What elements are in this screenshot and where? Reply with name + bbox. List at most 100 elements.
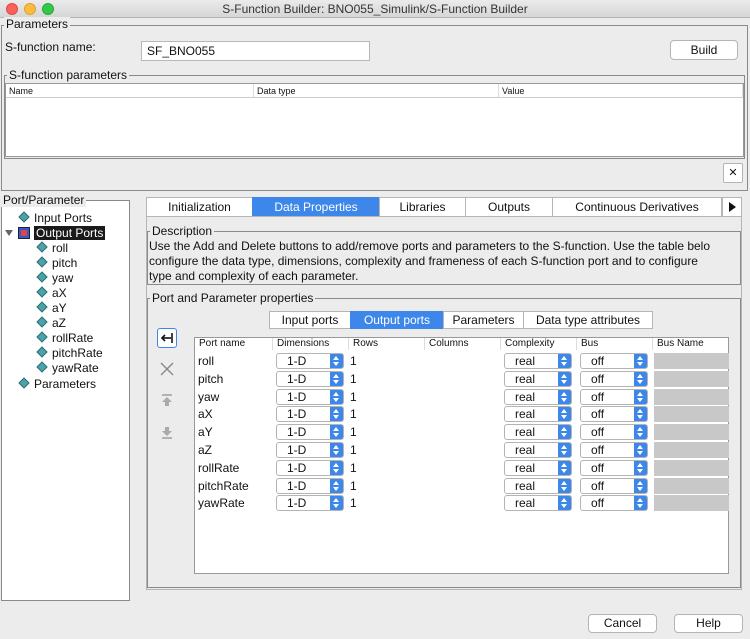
subtab-parameters[interactable]: Parameters [443,311,523,329]
tree-item-ay[interactable]: aY [36,301,67,315]
tree-item-output-ports[interactable]: Output Ports [5,226,106,240]
tab-continuous-derivatives[interactable]: Continuous Derivatives [552,197,722,217]
tree-item-rollrate[interactable]: rollRate [36,331,93,345]
table-row[interactable]: yaw 1-D 1 real off [195,389,729,406]
port-name-cell[interactable]: aY [195,424,273,441]
dimensions-select[interactable]: 1-D [276,442,344,458]
dimensions-select[interactable]: 1-D [276,389,344,405]
table-row[interactable]: yawRate 1-D 1 real off [195,495,729,512]
help-button[interactable]: Help [674,614,743,633]
table-row[interactable]: aZ 1-D 1 real off [195,442,729,459]
tab-libraries[interactable]: Libraries [379,197,465,217]
rows-cell[interactable]: 1 [347,478,417,495]
subtab-output-ports[interactable]: Output ports [350,311,443,329]
tree-item-pitchrate[interactable]: pitchRate [36,346,103,360]
bus-select[interactable]: off [580,371,648,387]
add-port-button[interactable] [157,328,177,348]
minimize-window-icon[interactable] [24,3,36,15]
port-name-cell[interactable]: yawRate [195,495,273,512]
complexity-select[interactable]: real [504,353,572,369]
tree-item-input-ports[interactable]: Input Ports [18,211,92,225]
col-bus-name[interactable]: Bus Name [653,338,729,350]
tab-initialization[interactable]: Initialization [146,197,252,217]
bus-select[interactable]: off [580,478,648,494]
build-button[interactable]: Build [670,40,738,60]
table-row[interactable]: roll 1-D 1 real off [195,353,729,370]
dimensions-select[interactable]: 1-D [276,495,344,511]
table-row[interactable]: rollRate 1-D 1 real off [195,460,729,477]
dimensions-select[interactable]: 1-D [276,353,344,369]
complexity-select[interactable]: real [504,389,572,405]
port-name-cell[interactable]: aX [195,406,273,423]
output-ports-table[interactable]: Port name Dimensions Rows Columns Comple… [194,337,729,574]
complexity-select[interactable]: real [504,442,572,458]
subtab-data-type-attributes[interactable]: Data type attributes [523,311,653,329]
dimensions-select[interactable]: 1-D [276,460,344,476]
bus-select[interactable]: off [580,353,648,369]
port-name-cell[interactable]: yaw [195,389,273,406]
tab-outputs[interactable]: Outputs [465,197,552,217]
bus-select[interactable]: off [580,495,648,511]
port-name-cell[interactable]: rollRate [195,460,273,477]
param-col-datatype[interactable]: Data type [254,84,499,98]
move-up-button[interactable] [157,391,177,411]
move-down-button[interactable] [157,422,177,442]
close-window-icon[interactable] [6,3,18,15]
complexity-select[interactable]: real [504,406,572,422]
tree-item-yaw[interactable]: yaw [36,271,73,285]
complexity-select[interactable]: real [504,424,572,440]
port-name-cell[interactable]: roll [195,353,273,370]
sfunction-params-table[interactable]: Name Data type Value [5,83,744,157]
sfunction-name-input[interactable]: SF_BNO055 [141,41,370,61]
bus-select[interactable]: off [580,442,648,458]
rows-cell[interactable]: 1 [347,495,417,512]
tree-item-yawrate[interactable]: yawRate [36,361,99,375]
dimensions-select[interactable]: 1-D [276,371,344,387]
tree-item-parameters[interactable]: Parameters [18,377,96,391]
cancel-button[interactable]: Cancel [588,614,657,633]
delete-param-button[interactable]: ✕ [723,163,743,183]
dimensions-select[interactable]: 1-D [276,406,344,422]
complexity-select[interactable]: real [504,371,572,387]
rows-cell[interactable]: 1 [347,460,417,477]
subtab-input-ports[interactable]: Input ports [269,311,350,329]
bus-select[interactable]: off [580,389,648,405]
rows-cell[interactable]: 1 [347,371,417,388]
bus-select[interactable]: off [580,424,648,440]
dimensions-select[interactable]: 1-D [276,478,344,494]
table-row[interactable]: aY 1-D 1 real off [195,424,729,441]
tree-item-az[interactable]: aZ [36,316,66,330]
tree-item-pitch[interactable]: pitch [36,256,77,270]
col-complexity[interactable]: Complexity [501,338,577,350]
table-row[interactable]: aX 1-D 1 real off [195,406,729,423]
delete-port-button[interactable] [157,359,177,379]
rows-cell[interactable]: 1 [347,389,417,406]
bus-select[interactable]: off [580,460,648,476]
tab-data-properties[interactable]: Data Properties [252,197,379,217]
rows-cell[interactable]: 1 [347,353,417,370]
col-bus[interactable]: Bus [577,338,653,350]
col-port-name[interactable]: Port name [195,338,273,350]
rows-cell[interactable]: 1 [347,406,417,423]
bus-select[interactable]: off [580,406,648,422]
tree-item-ax[interactable]: aX [36,286,67,300]
complexity-select[interactable]: real [504,478,572,494]
tab-scroll-right[interactable] [722,197,742,217]
tree-item-roll[interactable]: roll [36,241,68,255]
complexity-select[interactable]: real [504,460,572,476]
dimensions-select[interactable]: 1-D [276,424,344,440]
param-col-value[interactable]: Value [499,84,743,98]
port-name-cell[interactable]: aZ [195,442,273,459]
table-row[interactable]: pitchRate 1-D 1 real off [195,478,729,495]
col-dimensions[interactable]: Dimensions [273,338,349,350]
expand-arrow-icon[interactable] [5,230,13,236]
rows-cell[interactable]: 1 [347,424,417,441]
port-name-cell[interactable]: pitchRate [195,478,273,495]
rows-cell[interactable]: 1 [347,442,417,459]
param-col-name[interactable]: Name [6,84,254,98]
complexity-select[interactable]: real [504,495,572,511]
maximize-window-icon[interactable] [42,3,54,15]
col-columns[interactable]: Columns [425,338,501,350]
table-row[interactable]: pitch 1-D 1 real off [195,371,729,388]
port-name-cell[interactable]: pitch [195,371,273,388]
